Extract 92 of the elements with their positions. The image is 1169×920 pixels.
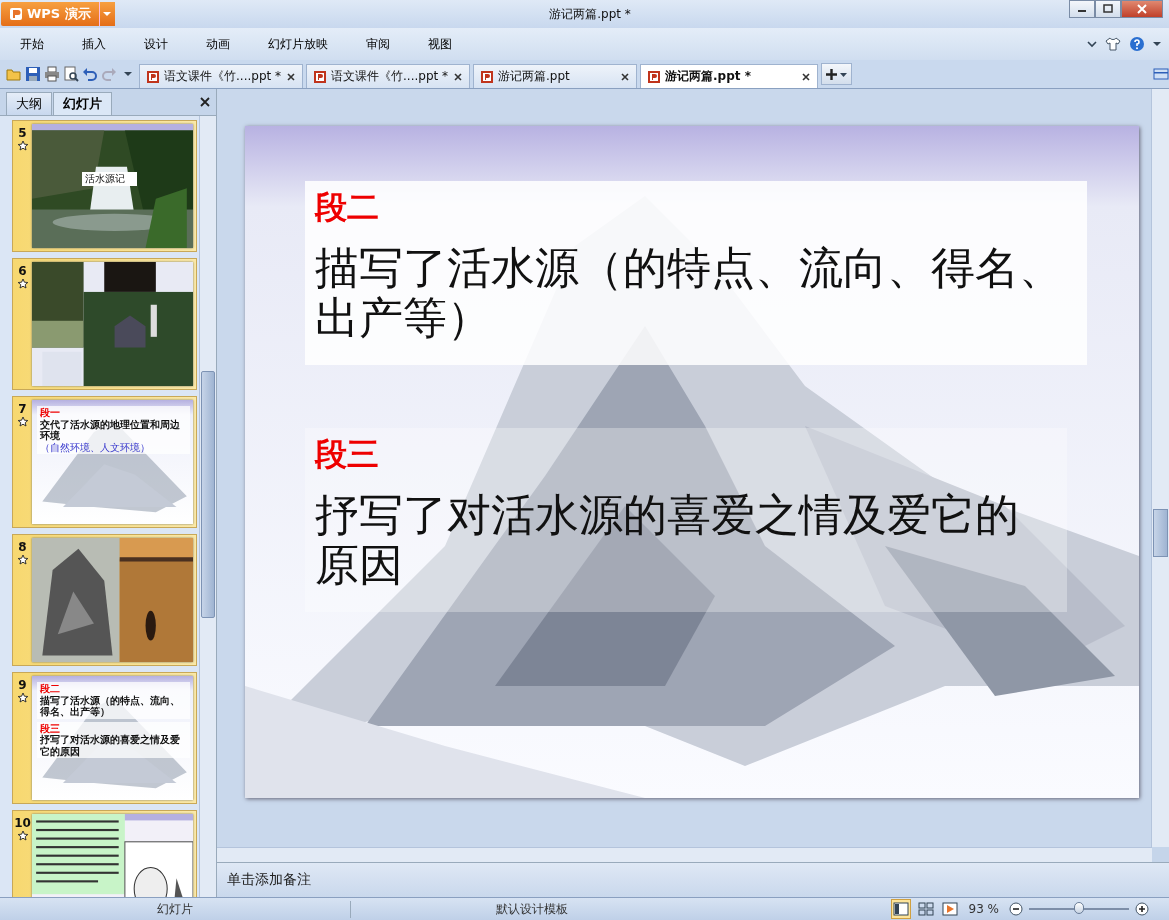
maximize-button[interactable] bbox=[1095, 0, 1121, 18]
status-view-label: 幻灯片 bbox=[0, 900, 351, 918]
dropdown-icon[interactable] bbox=[1153, 41, 1161, 47]
slide-text: 交代了活水源的地理位置和周边环境 bbox=[40, 418, 181, 442]
dropdown-icon[interactable] bbox=[124, 71, 132, 77]
slide-number: 10 bbox=[14, 816, 31, 830]
close-icon[interactable] bbox=[801, 71, 811, 82]
scrollbar[interactable] bbox=[199, 116, 216, 897]
window-title: 游记两篇.ppt * bbox=[548, 5, 632, 23]
slide-thumbnail[interactable]: 6 bbox=[12, 258, 197, 390]
slide-title: 活水源记 bbox=[82, 172, 137, 186]
document-tab[interactable]: 语文课件《竹....ppt * bbox=[139, 64, 303, 88]
slide-number: 8 bbox=[18, 540, 27, 554]
slide-heading: 段二 bbox=[40, 683, 61, 695]
help-icon[interactable] bbox=[1129, 36, 1145, 52]
tab-label: 游记两篇.ppt * bbox=[665, 68, 752, 85]
close-icon bbox=[1137, 4, 1147, 14]
menu-item[interactable]: 开始 bbox=[0, 30, 60, 58]
star-icon bbox=[16, 692, 29, 704]
print-preview-icon[interactable] bbox=[63, 66, 79, 82]
scroll-thumb[interactable] bbox=[201, 371, 215, 618]
zoom-out-icon[interactable] bbox=[1009, 902, 1023, 916]
tab-label: 语文课件《竹....ppt * bbox=[164, 68, 282, 85]
panel-tab[interactable]: 幻灯片 bbox=[53, 92, 112, 115]
document-tab[interactable]: 游记两篇.ppt bbox=[473, 64, 637, 88]
slide-heading: 段三 bbox=[315, 434, 380, 475]
star-icon bbox=[16, 830, 29, 842]
zoom-in-icon[interactable] bbox=[1135, 902, 1149, 916]
minimize-button[interactable] bbox=[1069, 0, 1095, 18]
document-tab[interactable]: 游记两篇.ppt * bbox=[640, 64, 818, 88]
presentation-file-icon bbox=[647, 69, 661, 84]
presentation-file-icon bbox=[146, 69, 160, 84]
shirt-icon[interactable] bbox=[1105, 37, 1121, 51]
slide-thumbnail[interactable]: 5 活水源记 bbox=[12, 120, 197, 252]
menu-item[interactable]: 设计 bbox=[122, 30, 184, 58]
zoom-slider-thumb[interactable] bbox=[1074, 902, 1084, 914]
tab-label: 语文课件《竹....ppt * bbox=[331, 68, 449, 85]
star-icon bbox=[16, 278, 29, 290]
slide-text: 描写了活水源（的特点、流向、得名、出产等） bbox=[315, 242, 1064, 344]
save-icon[interactable] bbox=[25, 66, 41, 82]
menu-item[interactable]: 审阅 bbox=[344, 30, 406, 58]
slide-text: 描写了活水源（的特点、流向、得名、出产等） bbox=[40, 694, 181, 718]
caret-icon bbox=[103, 11, 112, 17]
chevron-down-icon[interactable] bbox=[1087, 40, 1097, 48]
presentation-file-icon bbox=[313, 69, 327, 84]
close-button[interactable] bbox=[1121, 0, 1163, 18]
menu-item[interactable]: 视图 bbox=[406, 30, 468, 58]
close-icon[interactable] bbox=[620, 71, 630, 82]
slideshow-icon[interactable] bbox=[940, 900, 959, 918]
grid-view-icon[interactable] bbox=[916, 900, 935, 918]
slide-number: 9 bbox=[18, 678, 27, 692]
normal-view-icon[interactable] bbox=[890, 899, 911, 919]
window-layout-icon[interactable] bbox=[1153, 66, 1169, 82]
presentation-file-icon bbox=[480, 69, 494, 84]
plus-icon bbox=[826, 68, 837, 80]
horizontal-scrollbar[interactable] bbox=[217, 847, 1152, 862]
star-icon bbox=[16, 140, 29, 152]
panel-tab[interactable]: 大纲 bbox=[6, 92, 52, 115]
star-icon bbox=[16, 554, 29, 566]
slide-thumbnail[interactable]: 9 段二 描写了活水源（的特点、流向、得名、出产等） 段三 抒写了对活水源的喜爱之情及爱它的原因 bbox=[12, 672, 197, 804]
slide-heading: 段一 bbox=[40, 407, 61, 418]
slide-text: 抒写了对活水源的喜爱之情及爱它的原因 bbox=[40, 734, 181, 757]
new-tab-button[interactable] bbox=[821, 63, 852, 85]
slide-text: 抒写了对活水源的喜爱之情及爱它的原因 bbox=[315, 489, 1020, 591]
print-icon[interactable] bbox=[44, 66, 60, 82]
close-icon[interactable] bbox=[453, 71, 463, 82]
zoom-percentage: 93 % bbox=[968, 902, 999, 916]
close-icon[interactable] bbox=[286, 71, 296, 82]
slide-number: 7 bbox=[18, 402, 27, 416]
notes-field[interactable]: 单击添加备注 bbox=[217, 862, 1169, 897]
maximize-icon bbox=[1103, 4, 1113, 14]
slide-thumbnail[interactable]: 8 bbox=[12, 534, 197, 666]
slide-thumbnail[interactable]: 7 段一 交代了活水源的地理位置和周边环境 （自然环境、人文环境） bbox=[12, 396, 197, 528]
app-logo-icon bbox=[9, 7, 23, 21]
menu-item[interactable]: 幻灯片放映 bbox=[246, 30, 344, 58]
slide-thumbnail[interactable]: 10 bbox=[12, 810, 197, 897]
scrollbar[interactable] bbox=[1151, 89, 1169, 847]
close-icon[interactable] bbox=[200, 97, 210, 107]
slide-heading: 段三 bbox=[40, 722, 61, 734]
star-icon bbox=[16, 416, 29, 428]
menu-item[interactable]: 插入 bbox=[60, 30, 122, 58]
slide-heading: 段二 bbox=[315, 187, 380, 228]
undo-icon[interactable] bbox=[82, 66, 98, 82]
slide-number: 5 bbox=[18, 126, 27, 140]
slide-number: 6 bbox=[18, 264, 27, 278]
slide-note: （自然环境、人文环境） bbox=[40, 441, 151, 453]
status-template-label: 默认设计模板 bbox=[495, 900, 569, 918]
menu-item[interactable]: 动画 bbox=[184, 30, 246, 58]
tab-label: 游记两篇.ppt bbox=[498, 68, 571, 85]
caret-icon bbox=[840, 71, 847, 77]
scroll-thumb[interactable] bbox=[1153, 509, 1168, 557]
document-tab[interactable]: 语文课件《竹....ppt * bbox=[306, 64, 470, 88]
